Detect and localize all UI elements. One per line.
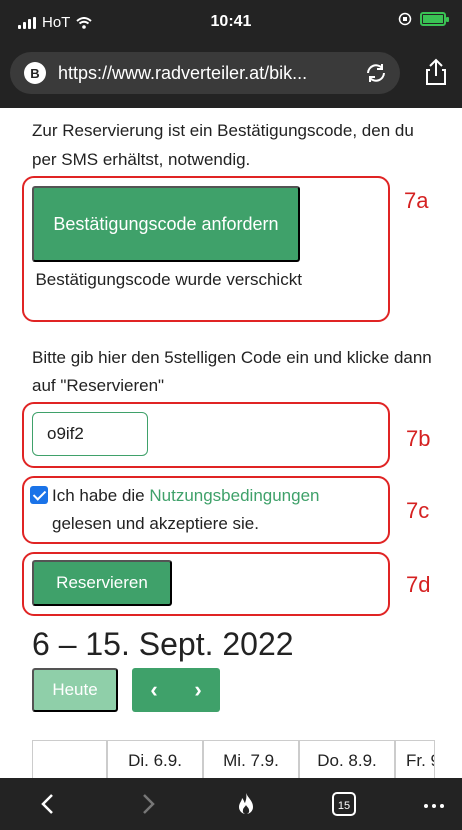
- prev-week-button[interactable]: ‹: [150, 677, 157, 703]
- annotation-label-7a: 7a: [404, 188, 429, 213]
- tabs-icon[interactable]: 15: [330, 790, 358, 818]
- status-bar: HoT 10:41: [0, 0, 462, 42]
- address-bar[interactable]: B https://www.radverteiler.at/bik...: [10, 52, 400, 94]
- url-text[interactable]: https://www.radverteiler.at/bik...: [58, 63, 358, 84]
- day-label: Di. 6.9.: [128, 750, 182, 770]
- calendar-nav: ‹ ›: [132, 668, 220, 712]
- day-label: Do. 8.9.: [317, 750, 377, 770]
- page-content: Zur Reservierung ist ein Bestätigungscod…: [0, 108, 462, 778]
- code-sent-message: Bestätigungscode wurde verschickt: [26, 266, 326, 294]
- terms-link[interactable]: Nutzungsbedingungen: [149, 486, 319, 505]
- browser-toolbar: 15: [0, 778, 462, 830]
- calendar-header-day: Do. 8.9.: [299, 740, 395, 778]
- next-week-button[interactable]: ›: [194, 677, 201, 703]
- intro-text: Zur Reservierung ist ein Bestätigungscod…: [32, 121, 414, 169]
- flame-icon[interactable]: [232, 790, 260, 818]
- annotation-label-7d: 7d: [406, 572, 431, 597]
- request-code-button[interactable]: Bestätigungscode anfordern: [32, 186, 300, 262]
- calendar-header-day: Di. 6.9.: [107, 740, 203, 778]
- code-sent-text: Bestätigungscode wurde verschickt: [35, 270, 302, 289]
- orientation-lock-icon: [398, 12, 412, 26]
- date-range-title: 6 – 15. Sept. 2022: [32, 626, 294, 662]
- back-icon[interactable]: [34, 790, 62, 818]
- terms-checkbox[interactable]: [30, 486, 48, 504]
- clock: 10:41: [210, 13, 252, 30]
- terms-row: Ich habe die Nutzungsbedingungen gelesen…: [30, 482, 390, 538]
- calendar-corner-cell: [32, 740, 107, 778]
- svg-text:15: 15: [338, 800, 350, 812]
- annotation-label-7b: 7b: [406, 426, 431, 451]
- day-label: Fr. 9.: [406, 750, 434, 770]
- terms-prefix: Ich habe die: [52, 486, 150, 505]
- more-icon[interactable]: [420, 790, 448, 818]
- browser-chrome: HoT 10:41 B https://www.radverteiler.at/…: [0, 0, 462, 108]
- calendar-header-row: Di. 6.9. Mi. 7.9. Do. 8.9. Fr. 9.: [32, 740, 435, 778]
- today-button[interactable]: Heute: [32, 668, 118, 712]
- code-input[interactable]: o9if2: [32, 412, 148, 456]
- calendar-header-day: Fr. 9.: [395, 740, 435, 778]
- reload-icon[interactable]: [364, 61, 388, 85]
- reserve-button[interactable]: Reservieren: [32, 560, 172, 606]
- terms-suffix: gelesen und akzeptiere sie.: [52, 514, 259, 533]
- forward-icon[interactable]: [134, 790, 162, 818]
- code-prompt: Bitte gib hier den 5stelligen Code ein u…: [32, 348, 432, 395]
- calendar-header-day: Mi. 7.9.: [203, 740, 299, 778]
- battery-icon: [420, 12, 449, 26]
- status-icons: [398, 12, 449, 26]
- site-icon: B: [24, 62, 46, 84]
- day-label: Mi. 7.9.: [223, 750, 279, 770]
- annotation-label-7c: 7c: [406, 498, 430, 523]
- share-icon[interactable]: [424, 58, 448, 86]
